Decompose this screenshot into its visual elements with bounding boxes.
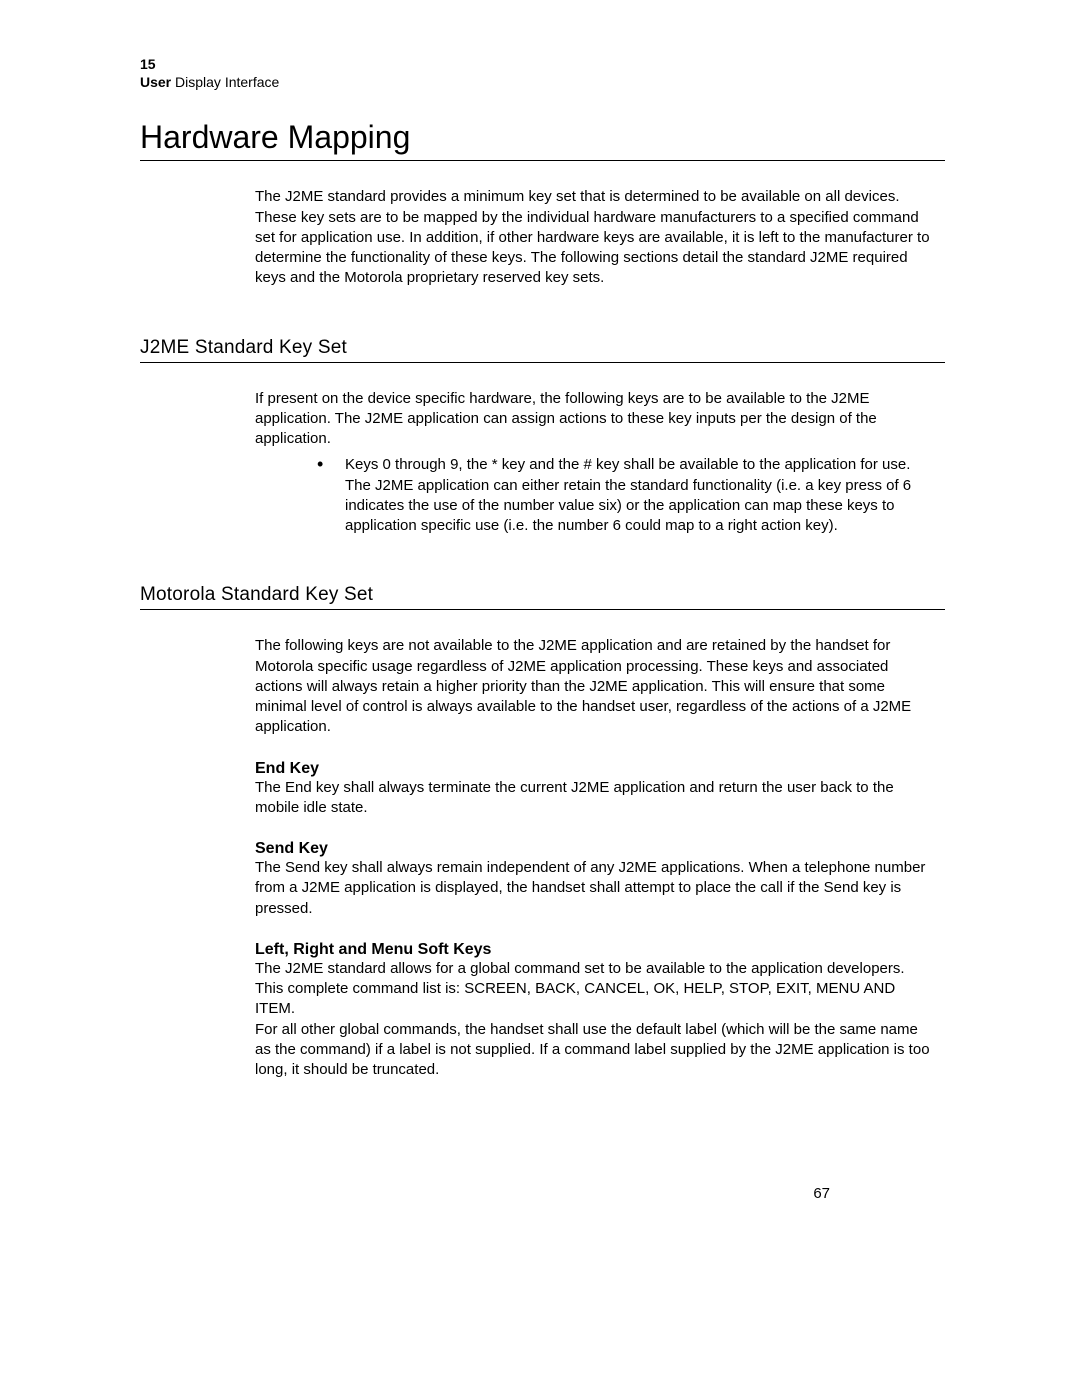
end-key-paragraph: The End key shall always terminate the c… — [255, 778, 935, 819]
moto-block: The following keys are not available to … — [255, 636, 935, 1080]
j2me-block: If present on the device specific hardwa… — [255, 389, 935, 537]
subheading-end-key: End Key — [255, 760, 935, 778]
page-title: Hardware Mapping — [140, 119, 945, 161]
running-header: 15 User Display Interface — [140, 55, 945, 91]
intro-block: The J2ME standard provides a minimum key… — [255, 187, 935, 288]
intro-paragraph: The J2ME standard provides a minimum key… — [255, 187, 935, 288]
chapter-title-bold: User — [140, 74, 171, 90]
subheading-soft-keys: Left, Right and Menu Soft Keys — [255, 941, 935, 959]
page-number: 67 — [813, 1185, 830, 1202]
soft-keys-paragraph-1: The J2ME standard allows for a global co… — [255, 959, 935, 1020]
j2me-paragraph: If present on the device specific hardwa… — [255, 389, 935, 450]
section-heading-motorola: Motorola Standard Key Set — [140, 584, 945, 610]
document-page: 15 User Display Interface Hardware Mappi… — [0, 0, 1080, 1397]
j2me-bullet-list: Keys 0 through 9, the * key and the # ke… — [255, 455, 935, 536]
chapter-number: 15 — [140, 55, 945, 73]
soft-keys-paragraph-2: For all other global commands, the hands… — [255, 1020, 935, 1081]
subheading-send-key: Send Key — [255, 840, 935, 858]
chapter-title: User Display Interface — [140, 73, 945, 91]
list-item: Keys 0 through 9, the * key and the # ke… — [317, 455, 935, 536]
chapter-title-rest: Display Interface — [171, 74, 279, 90]
send-key-paragraph: The Send key shall always remain indepen… — [255, 858, 935, 919]
moto-paragraph: The following keys are not available to … — [255, 636, 935, 737]
section-heading-j2me: J2ME Standard Key Set — [140, 337, 945, 363]
